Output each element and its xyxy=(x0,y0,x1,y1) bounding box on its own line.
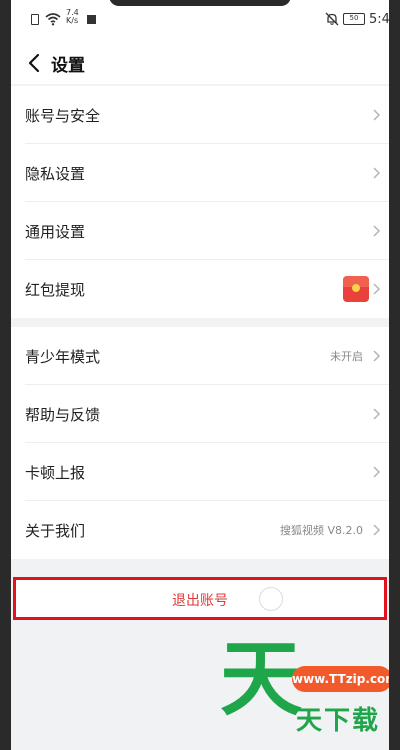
status-bar: 7.4 K/s 50 5:40 xyxy=(11,0,389,42)
row-label: 红包提现 xyxy=(25,281,86,299)
wifi-icon xyxy=(45,13,61,26)
row-label: 帮助与反馈 xyxy=(25,406,101,424)
chevron-right-icon xyxy=(373,167,381,179)
settings-row-general[interactable]: 通用设置 xyxy=(11,202,389,260)
camera-notch xyxy=(109,0,291,6)
chevron-right-icon xyxy=(373,109,381,121)
row-label: 通用设置 xyxy=(25,223,86,241)
network-speed: 7.4 K/s xyxy=(66,9,79,25)
watermark-big-char: 天 xyxy=(220,632,303,727)
row-label: 隐私设置 xyxy=(25,165,86,183)
clock: 5:40 xyxy=(369,12,389,27)
row-label: 关于我们 xyxy=(25,522,86,540)
chevron-right-icon xyxy=(373,524,381,536)
settings-row-lag-report[interactable]: 卡顿上报 xyxy=(11,443,389,501)
phone-screen: 7.4 K/s 50 5:40 设置 账号与安全 隐私设置 通用设置 xyxy=(11,0,389,750)
chevron-right-icon xyxy=(373,283,381,295)
watermark-url: www.TTzip.com xyxy=(292,666,389,692)
header: 设置 xyxy=(11,42,389,84)
red-envelope-icon xyxy=(343,276,369,302)
watermark-logo: 天 www.TTzip.com 天下载 xyxy=(220,630,389,742)
page-title: 设置 xyxy=(51,56,85,76)
settings-row-privacy[interactable]: 隐私设置 xyxy=(11,144,389,202)
mute-bell-icon xyxy=(325,12,339,26)
row-value: 未开启 xyxy=(330,350,363,363)
chevron-right-icon xyxy=(373,466,381,478)
chevron-right-icon xyxy=(373,225,381,237)
battery-icon: 50 xyxy=(343,13,365,25)
chevron-right-icon xyxy=(373,408,381,420)
settings-row-help-feedback[interactable]: 帮助与反馈 xyxy=(11,385,389,443)
row-label: 青少年模式 xyxy=(25,348,101,366)
settings-row-account-security[interactable]: 账号与安全 xyxy=(11,86,389,144)
watermark-text: 天下载 xyxy=(296,706,381,736)
row-value: 搜狐视频 V8.2.0 xyxy=(279,524,363,537)
chevron-left-icon[interactable] xyxy=(23,51,47,75)
settings-row-red-packet-withdraw[interactable]: 红包提现 xyxy=(11,260,389,318)
row-label: 卡顿上报 xyxy=(25,464,86,482)
settings-group-other: 青少年模式 未开启 帮助与反馈 卡顿上报 关于我们 搜狐视频 V8.2.0 xyxy=(11,327,389,559)
speed-unit: K/s xyxy=(66,16,79,25)
notification-square-icon xyxy=(87,15,96,24)
loading-circle-icon xyxy=(259,587,283,611)
settings-group-account: 账号与安全 隐私设置 通用设置 红包提现 xyxy=(11,86,389,318)
logout-label: 退出账号 xyxy=(172,593,228,609)
row-label: 账号与安全 xyxy=(25,107,101,125)
settings-row-teen-mode[interactable]: 青少年模式 未开启 xyxy=(11,327,389,385)
settings-row-about-us[interactable]: 关于我们 搜狐视频 V8.2.0 xyxy=(11,501,389,559)
document-icon xyxy=(31,14,39,25)
logout-button[interactable]: 退出账号 xyxy=(13,577,387,620)
chevron-right-icon xyxy=(373,350,381,362)
